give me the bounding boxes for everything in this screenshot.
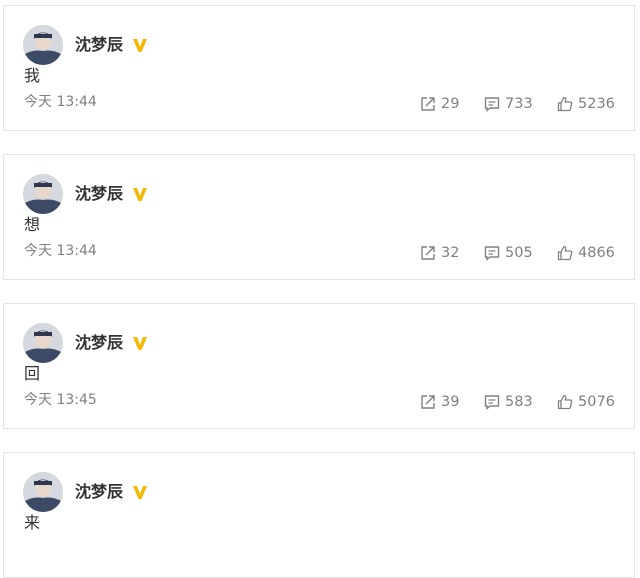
share-button[interactable]: 39: [420, 392, 459, 412]
post-text: 回: [24, 364, 41, 383]
avatar[interactable]: [23, 472, 63, 512]
share-icon: [421, 395, 435, 409]
comment-button[interactable]: 505: [484, 243, 533, 263]
comment-button[interactable]: 733: [484, 94, 533, 114]
post-text: 想: [24, 215, 41, 234]
thumbs-up-icon: [557, 96, 573, 112]
comment-button[interactable]: 583: [484, 392, 533, 412]
verified-v-badge-icon: [131, 36, 149, 54]
share-icon: [421, 97, 435, 111]
post-card: 沈梦辰 想 今天 13:44 32 505 4866: [3, 154, 635, 280]
post-time[interactable]: 今天 13:44: [24, 92, 97, 112]
thumbs-up-icon: [557, 245, 573, 261]
like-count: 5236: [578, 96, 615, 112]
post-time[interactable]: 今天 13:44: [24, 241, 97, 261]
post-time[interactable]: 今天 13:45: [24, 390, 97, 410]
avatar[interactable]: [23, 174, 63, 214]
verified-v-badge-icon: [131, 483, 149, 501]
comment-icon: [484, 395, 500, 410]
like-count: 5076: [578, 394, 615, 410]
like-count: 4866: [578, 245, 615, 261]
avatar[interactable]: [23, 25, 63, 65]
post-card: 沈梦辰 我 今天 13:44 29 733 5236: [3, 5, 635, 131]
author-name[interactable]: 沈梦辰: [75, 333, 123, 353]
verified-v-badge-icon: [131, 334, 149, 352]
author-name[interactable]: 沈梦辰: [75, 35, 123, 55]
post-text: 来: [24, 513, 41, 532]
weibo-feed: 沈梦辰 我 今天 13:44 29 733 5236 沈梦辰 想 今天 13:4…: [0, 0, 640, 578]
comment-count: 733: [505, 96, 533, 112]
like-button[interactable]: 4866: [557, 243, 615, 263]
post-text: 我: [24, 66, 41, 85]
avatar[interactable]: [23, 323, 63, 363]
post-card: 沈梦辰 来: [3, 452, 635, 578]
author-name[interactable]: 沈梦辰: [75, 482, 123, 502]
share-count: 32: [441, 245, 460, 261]
like-button[interactable]: 5236: [557, 94, 615, 114]
comment-count: 505: [505, 245, 533, 261]
comment-count: 583: [505, 394, 533, 410]
thumbs-up-icon: [557, 394, 573, 410]
author-name[interactable]: 沈梦辰: [75, 184, 123, 204]
comment-icon: [484, 246, 500, 261]
like-button[interactable]: 5076: [557, 392, 615, 412]
share-icon: [421, 246, 435, 260]
share-count: 29: [441, 96, 460, 112]
share-count: 39: [441, 394, 460, 410]
post-card: 沈梦辰 回 今天 13:45 39 583 5076: [3, 303, 635, 429]
comment-icon: [484, 97, 500, 112]
share-button[interactable]: 29: [420, 94, 459, 114]
share-button[interactable]: 32: [420, 243, 459, 263]
verified-v-badge-icon: [131, 185, 149, 203]
